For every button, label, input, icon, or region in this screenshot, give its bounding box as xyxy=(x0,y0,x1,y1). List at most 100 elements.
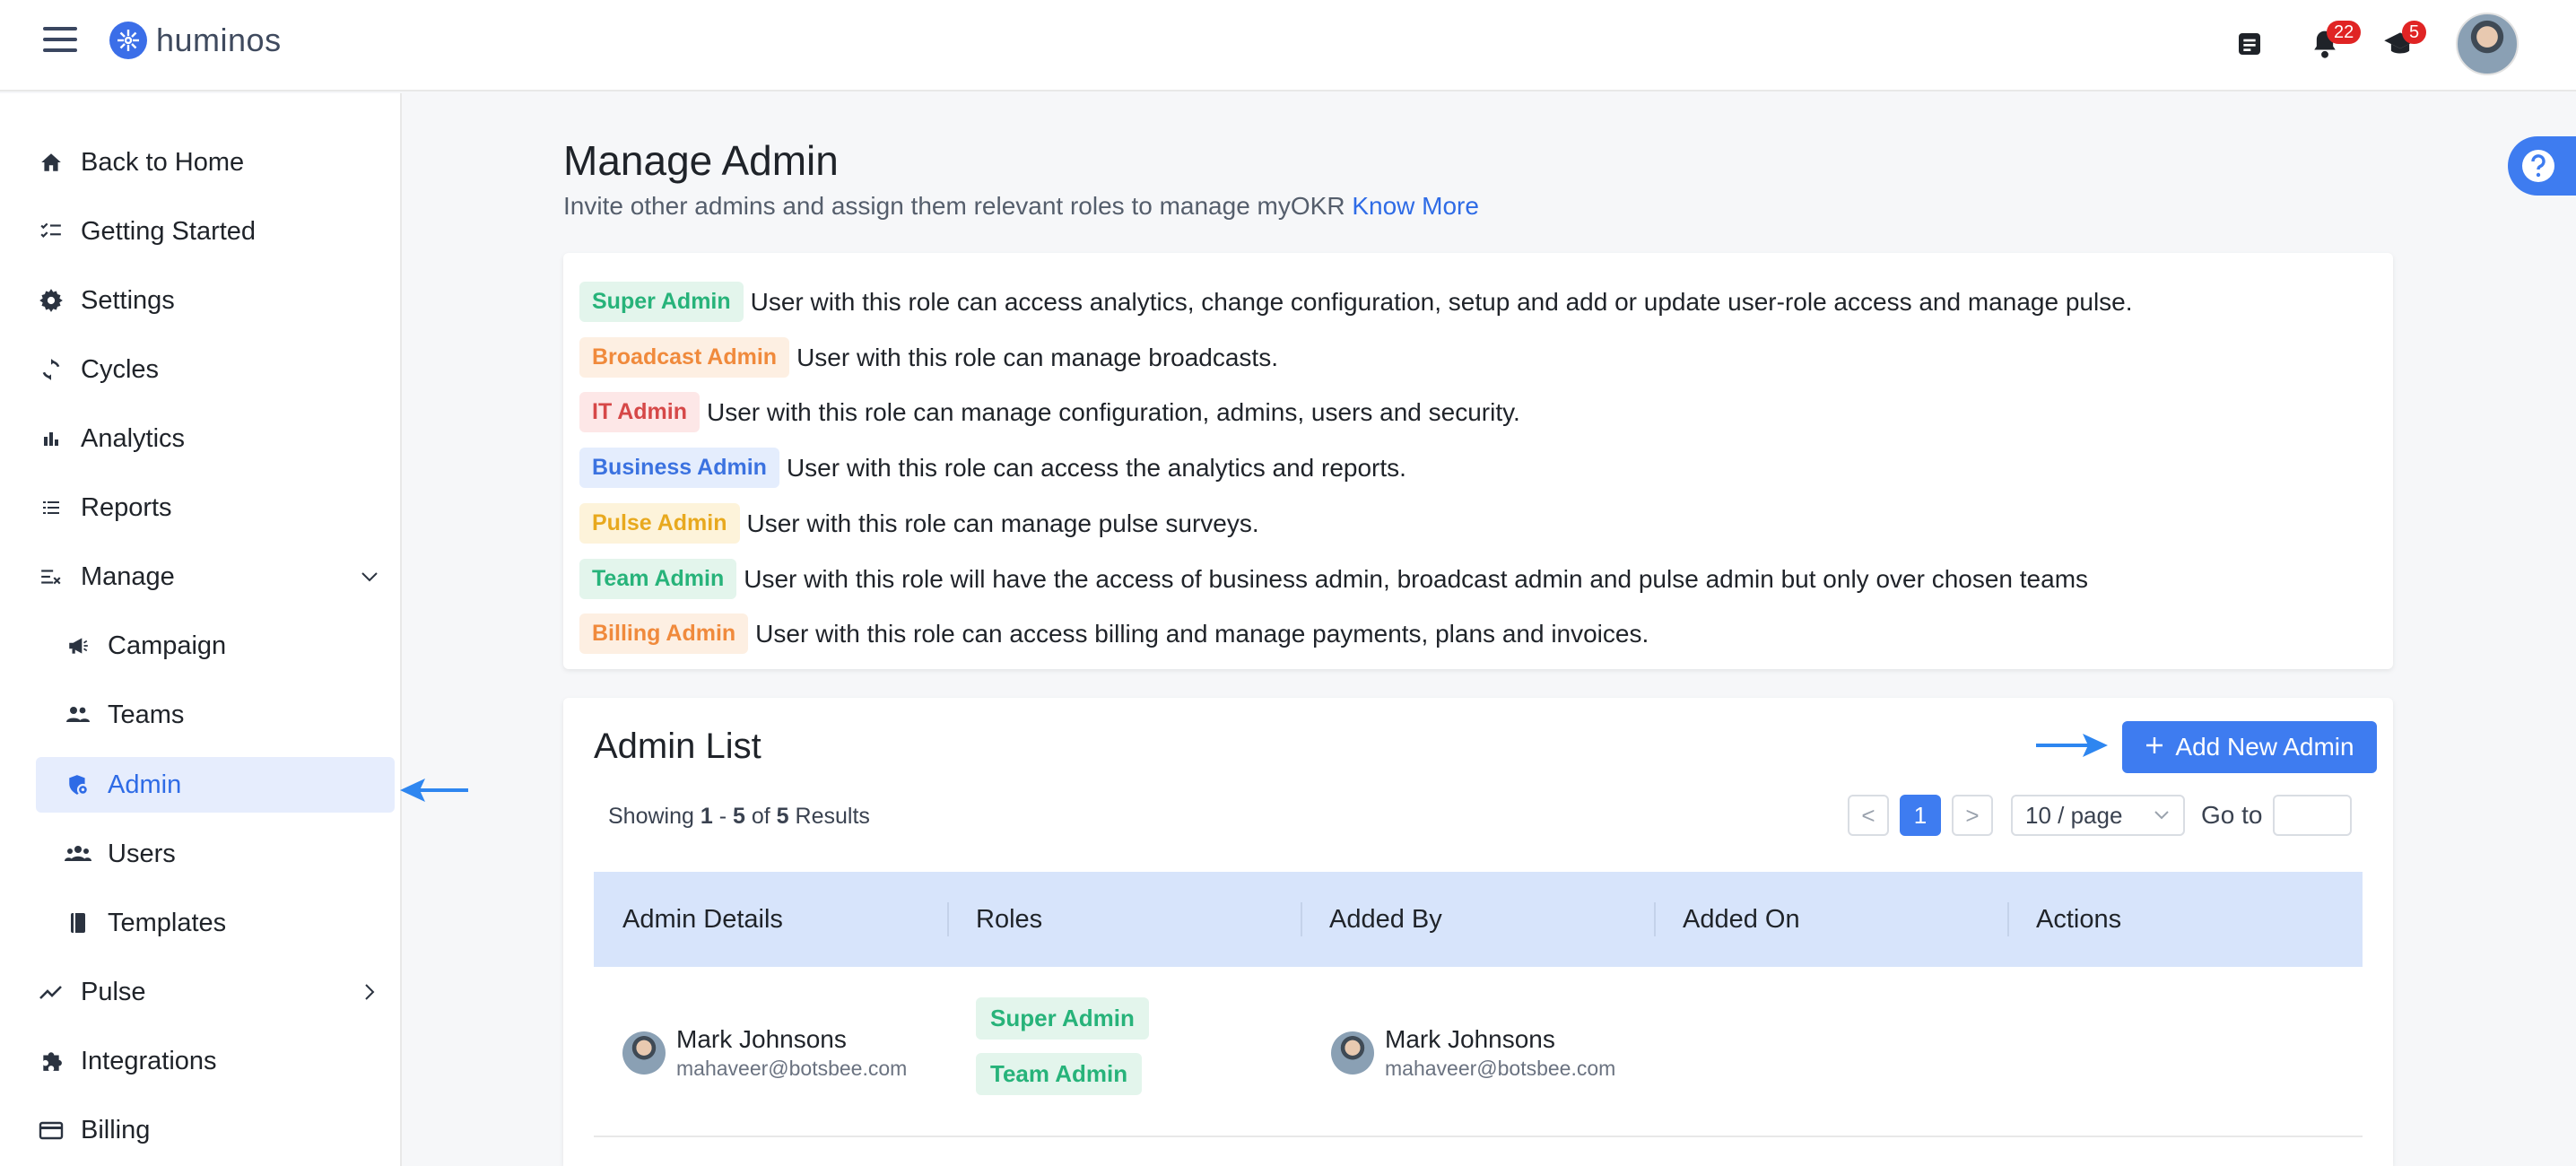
sidebar-item-label: Reports xyxy=(81,492,172,522)
role-description: User with this role can access analytics… xyxy=(750,287,2133,316)
notes-icon[interactable] xyxy=(2230,24,2269,64)
role-row: Pulse Admin User with this role can mana… xyxy=(579,503,1259,544)
book-icon xyxy=(63,908,93,938)
role-tag: IT Admin xyxy=(579,392,701,432)
sidebar-item-reports[interactable]: Reports xyxy=(36,480,395,535)
sidebar-item-users[interactable]: Users xyxy=(36,826,395,882)
admin-list-title: Admin List xyxy=(594,727,761,766)
column-header-admin-details[interactable]: Admin Details xyxy=(594,872,947,967)
sidebar-item-integrations[interactable]: Integrations xyxy=(36,1033,395,1089)
table-row: Mark Johnsons mahaveer@botsbee.com Super… xyxy=(594,967,2363,1137)
role-tag: Broadcast Admin xyxy=(579,337,790,378)
add-new-admin-button[interactable]: Add New Admin xyxy=(2122,721,2377,773)
admin-details-cell: Mark Johnsons mahaveer@botsbee.com xyxy=(622,1024,907,1082)
graduation-cap-icon[interactable]: 5 xyxy=(2380,21,2427,64)
sidebar-item-billing[interactable]: Billing xyxy=(36,1102,395,1158)
admin-list-card: Admin List Add New Admin Showing 1 - 5 o… xyxy=(563,698,2393,1166)
trend-icon xyxy=(36,977,66,1007)
pagination: < 1 > 10 / page Go to xyxy=(1848,795,2353,836)
user-avatar[interactable] xyxy=(2456,13,2519,75)
question-icon xyxy=(2522,150,2554,182)
page-title: Manage Admin xyxy=(563,137,839,184)
sidebar-item-label: Settings xyxy=(81,285,175,315)
chevron-down-icon[interactable] xyxy=(359,565,380,595)
help-button[interactable] xyxy=(2508,136,2576,196)
prev-page-button[interactable]: < xyxy=(1848,795,1889,836)
role-description: User with this role can manage configura… xyxy=(707,397,1520,426)
home-icon xyxy=(36,147,66,178)
role-description: User with this role can manage pulse sur… xyxy=(746,509,1259,537)
gear-icon xyxy=(36,285,66,316)
sync-icon xyxy=(36,354,66,385)
sidebar-item-label: Back to Home xyxy=(81,147,245,177)
brand-name: huminos xyxy=(156,22,282,58)
pointer-arrow-right-icon xyxy=(2036,734,2108,757)
role-row: Billing Admin User with this role can ac… xyxy=(579,613,1649,654)
role-tag: Super Admin xyxy=(579,282,744,322)
sidebar-item-label: Cycles xyxy=(81,354,160,384)
sidebar-item-pulse[interactable]: Pulse xyxy=(36,964,395,1020)
goto-page-input[interactable] xyxy=(2273,795,2353,836)
avatar xyxy=(622,1031,666,1075)
add-new-admin-label: Add New Admin xyxy=(2175,733,2354,761)
list-icon xyxy=(36,492,66,523)
hamburger-menu-icon[interactable] xyxy=(43,27,77,54)
column-header-actions[interactable]: Actions xyxy=(2007,872,2361,967)
page-size-value: 10 / page xyxy=(2025,801,2123,829)
brand[interactable]: huminos xyxy=(109,22,282,59)
manage-icon xyxy=(36,561,66,592)
table-header: Admin Details Roles Added By Added On Ac… xyxy=(594,872,2363,967)
column-header-roles[interactable]: Roles xyxy=(947,872,1301,967)
goto-label: Go to xyxy=(2201,801,2263,829)
sidebar-item-label: Teams xyxy=(108,700,185,729)
sidebar-item-admin[interactable]: Admin xyxy=(36,757,395,813)
showing-total: 5 xyxy=(776,804,789,829)
sidebar-item-label: Billing xyxy=(81,1115,151,1144)
admin-shield-icon xyxy=(63,770,93,800)
puzzle-icon xyxy=(36,1046,66,1076)
sidebar-item-back-to-home[interactable]: Back to Home xyxy=(36,135,395,190)
sidebar-item-label: Users xyxy=(108,839,176,868)
sidebar-item-manage[interactable]: Manage xyxy=(36,549,395,605)
sidebar-item-teams[interactable]: Teams xyxy=(36,687,395,743)
added-by-name: Mark Johnsons xyxy=(1385,1025,1555,1053)
sidebar-item-settings[interactable]: Settings xyxy=(36,273,395,328)
sidebar-item-label: Pulse xyxy=(81,977,146,1006)
page-1-button[interactable]: 1 xyxy=(1900,795,1941,836)
showing-of: of xyxy=(751,804,770,829)
users-icon xyxy=(63,839,93,869)
sidebar-item-label: Manage xyxy=(81,561,175,591)
sidebar-item-campaign[interactable]: Campaign xyxy=(36,618,395,674)
sidebar-item-label: Templates xyxy=(108,908,227,937)
notifications-badge: 22 xyxy=(2327,21,2362,44)
showing-from: 1 xyxy=(700,804,713,829)
role-row: Broadcast Admin User with this role can … xyxy=(579,337,1278,378)
chevron-right-icon[interactable] xyxy=(359,980,380,1010)
next-page-button[interactable]: > xyxy=(1952,795,1993,836)
results-summary: Showing 1 - 5 of 5 Results xyxy=(608,804,870,830)
role-tag: Team Admin xyxy=(579,559,737,599)
know-more-link[interactable]: Know More xyxy=(1352,192,1479,220)
sidebar-item-analytics[interactable]: Analytics xyxy=(36,411,395,466)
sidebar-item-label: Analytics xyxy=(81,423,186,453)
page-size-select[interactable]: 10 / page xyxy=(2011,795,2185,836)
team-icon xyxy=(63,700,93,730)
sidebar-item-getting-started[interactable]: Getting Started xyxy=(36,204,395,259)
subtitle-text: Invite other admins and assign them rele… xyxy=(563,192,1345,220)
showing-suffix: Results xyxy=(795,804,870,829)
plus-icon xyxy=(2145,733,2164,761)
page-subtitle: Invite other admins and assign them rele… xyxy=(563,192,1479,221)
roles-card: Super Admin User with this role can acce… xyxy=(563,253,2393,669)
showing-dash: - xyxy=(718,804,727,829)
huminos-logo-icon xyxy=(109,22,147,59)
learning-badge: 5 xyxy=(2402,21,2427,44)
sidebar-item-cycles[interactable]: Cycles xyxy=(36,342,395,397)
sidebar-item-templates[interactable]: Templates xyxy=(36,895,395,951)
column-header-added-by[interactable]: Added By xyxy=(1301,872,1654,967)
added-by-cell: Mark Johnsons mahaveer@botsbee.com xyxy=(1331,1024,1615,1082)
sidebar-item-label: Integrations xyxy=(81,1046,217,1075)
checklist-icon xyxy=(36,216,66,247)
column-header-added-on[interactable]: Added On xyxy=(1654,872,2007,967)
notifications-bell-icon[interactable]: 22 xyxy=(2305,21,2362,64)
pointer-arrow-left-icon xyxy=(400,779,468,802)
